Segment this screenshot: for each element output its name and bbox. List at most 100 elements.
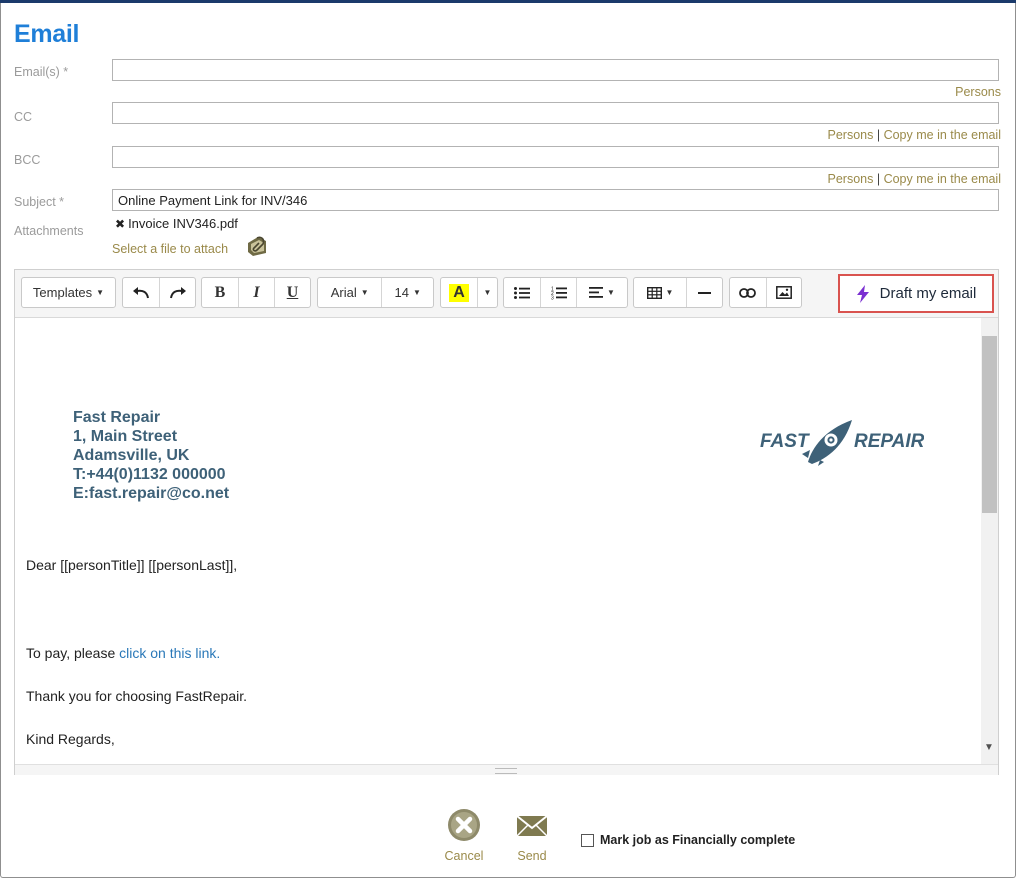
numbered-list-button[interactable]: 123 bbox=[540, 278, 576, 307]
font-size-dropdown[interactable]: 14 ▼ bbox=[381, 278, 433, 307]
company-name: Fast Repair bbox=[73, 409, 161, 426]
cancel-icon bbox=[448, 809, 480, 841]
format-group: B I U bbox=[201, 277, 311, 308]
rocket-icon bbox=[802, 420, 852, 466]
undo-button[interactable] bbox=[123, 278, 159, 307]
templates-label: Templates bbox=[32, 285, 93, 300]
paragraph-group: 123 ▼ bbox=[503, 277, 628, 308]
company-email: E:fast.repair@co.net bbox=[73, 485, 230, 502]
align-left-icon bbox=[589, 287, 604, 298]
draft-my-email-label: Draft my email bbox=[879, 285, 977, 302]
payment-link[interactable]: click on this link. bbox=[119, 645, 220, 661]
pay-prefix: To pay, please bbox=[26, 645, 120, 661]
image-icon bbox=[775, 286, 792, 299]
table-icon bbox=[646, 286, 662, 299]
bcc-copy-me-link[interactable]: Copy me in the email bbox=[884, 172, 1001, 186]
table-dropdown[interactable]: ▼ bbox=[634, 278, 686, 307]
chevron-down-icon: ▼ bbox=[483, 288, 492, 297]
undo-icon bbox=[133, 286, 149, 298]
font-group: Arial ▼ 14 ▼ bbox=[317, 277, 434, 308]
attachments-label: Attachments bbox=[14, 224, 84, 238]
cancel-label: Cancel bbox=[444, 849, 484, 863]
highlight-color-icon: A bbox=[449, 283, 469, 302]
email-greeting: Dear [[personTitle]] [[personLast]], bbox=[26, 557, 238, 573]
email-regards: Kind Regards, bbox=[26, 731, 115, 747]
remove-attachment-icon[interactable]: ✖ bbox=[115, 217, 125, 231]
logo-text-repair: REPAIR bbox=[854, 431, 924, 452]
rich-text-editor: Templates ▼ B I U Arial ▼ 14 ▼ A ▼ 1 2 3… bbox=[14, 269, 999, 775]
link-icon bbox=[739, 287, 757, 298]
cc-persons-link[interactable]: Persons bbox=[828, 128, 874, 142]
svg-text:3: 3 bbox=[551, 295, 554, 300]
financially-complete-label: Mark job as Financially complete bbox=[600, 833, 796, 847]
scroll-down-arrow-icon[interactable]: ▼ bbox=[984, 742, 994, 753]
align-dropdown[interactable]: ▼ bbox=[576, 278, 627, 307]
bcc-input[interactable] bbox=[112, 146, 999, 168]
dialog-title: Email bbox=[14, 20, 80, 48]
emails-label: Email(s) * bbox=[14, 65, 69, 79]
history-group bbox=[122, 277, 196, 308]
send-button[interactable]: Send bbox=[502, 808, 562, 863]
address-line-2: Adamsville, UK bbox=[73, 447, 190, 464]
attachment-item: ✖ Invoice INV346.pdf bbox=[115, 216, 238, 231]
bcc-links: Persons | Copy me in the email bbox=[828, 172, 1002, 186]
emails-persons-link[interactable]: Persons bbox=[955, 85, 1001, 99]
chevron-down-icon: ▼ bbox=[360, 288, 369, 297]
insert-group: ▼ bbox=[633, 277, 723, 308]
cc-links: Persons | Copy me in the email bbox=[828, 128, 1002, 142]
editor-content[interactable]: Fast Repair 1, Main Street Adamsville, U… bbox=[15, 318, 981, 764]
insert-link-button[interactable] bbox=[730, 278, 766, 307]
attach-file-icon[interactable] bbox=[245, 234, 269, 258]
draft-my-email-button[interactable]: Draft my email bbox=[838, 274, 994, 313]
numbered-list-icon: 123 bbox=[551, 286, 567, 300]
logo-text-fast: FAST bbox=[760, 431, 810, 452]
resize-grip-icon bbox=[495, 768, 517, 774]
chevron-down-icon: ▼ bbox=[665, 288, 674, 297]
font-size-value: 14 bbox=[394, 285, 409, 300]
horizontal-rule-button[interactable] bbox=[686, 278, 722, 307]
email-thanks: Thank you for choosing FastRepair. bbox=[26, 688, 248, 704]
horizontal-rule-icon bbox=[698, 291, 711, 294]
bullet-list-icon bbox=[514, 286, 530, 299]
subject-input[interactable] bbox=[112, 189, 999, 211]
bcc-persons-link[interactable]: Persons bbox=[828, 172, 874, 186]
cancel-button[interactable]: Cancel bbox=[434, 808, 494, 863]
editor-resize-handle[interactable] bbox=[15, 764, 998, 775]
editor-toolbar: Templates ▼ B I U Arial ▼ 14 ▼ A ▼ 1 2 3… bbox=[15, 270, 998, 318]
financially-complete-checkbox[interactable]: Mark job as Financially complete bbox=[581, 833, 795, 847]
editor-scrollbar[interactable]: ▼ bbox=[981, 318, 998, 764]
highlight-button[interactable]: A bbox=[441, 278, 477, 307]
attachment-filename: Invoice INV346.pdf bbox=[128, 216, 238, 231]
cc-links-separator: | bbox=[876, 128, 881, 142]
company-address-block: Fast Repair 1, Main Street Adamsville, U… bbox=[73, 408, 229, 503]
company-phone: T:+44(0)1132 000000 bbox=[73, 466, 226, 483]
envelope-icon bbox=[516, 815, 548, 837]
cc-copy-me-link[interactable]: Copy me in the email bbox=[884, 128, 1001, 142]
underline-button[interactable]: U bbox=[274, 278, 310, 307]
cc-label: CC bbox=[14, 110, 33, 124]
bullet-list-button[interactable] bbox=[504, 278, 540, 307]
font-family-dropdown[interactable]: Arial ▼ bbox=[318, 278, 381, 307]
bcc-label: BCC bbox=[14, 153, 41, 167]
chevron-down-icon: ▼ bbox=[96, 288, 105, 297]
select-file-link[interactable]: Select a file to attach bbox=[112, 242, 228, 256]
redo-button[interactable] bbox=[159, 278, 195, 307]
font-family-value: Arial bbox=[330, 285, 357, 300]
media-group bbox=[729, 277, 802, 308]
insert-image-button[interactable] bbox=[765, 278, 802, 307]
cc-input[interactable] bbox=[112, 102, 999, 124]
scrollbar-thumb[interactable] bbox=[982, 336, 997, 513]
bold-button[interactable]: B bbox=[202, 278, 238, 307]
email-pay-line: To pay, please click on this link. bbox=[26, 645, 220, 661]
checkbox-box[interactable] bbox=[581, 833, 594, 847]
send-label: Send bbox=[517, 849, 547, 863]
emails-links: Persons bbox=[955, 85, 1001, 99]
templates-dropdown[interactable]: Templates ▼ bbox=[22, 278, 115, 307]
highlight-dropdown[interactable]: ▼ bbox=[477, 278, 497, 307]
subject-label: Subject * bbox=[14, 195, 65, 209]
italic-button[interactable]: I bbox=[238, 278, 274, 307]
emails-input[interactable] bbox=[112, 59, 999, 81]
highlight-group: A ▼ bbox=[440, 277, 498, 308]
templates-group: Templates ▼ bbox=[21, 277, 116, 308]
fast-repair-logo: FAST REPAIR bbox=[760, 420, 924, 466]
